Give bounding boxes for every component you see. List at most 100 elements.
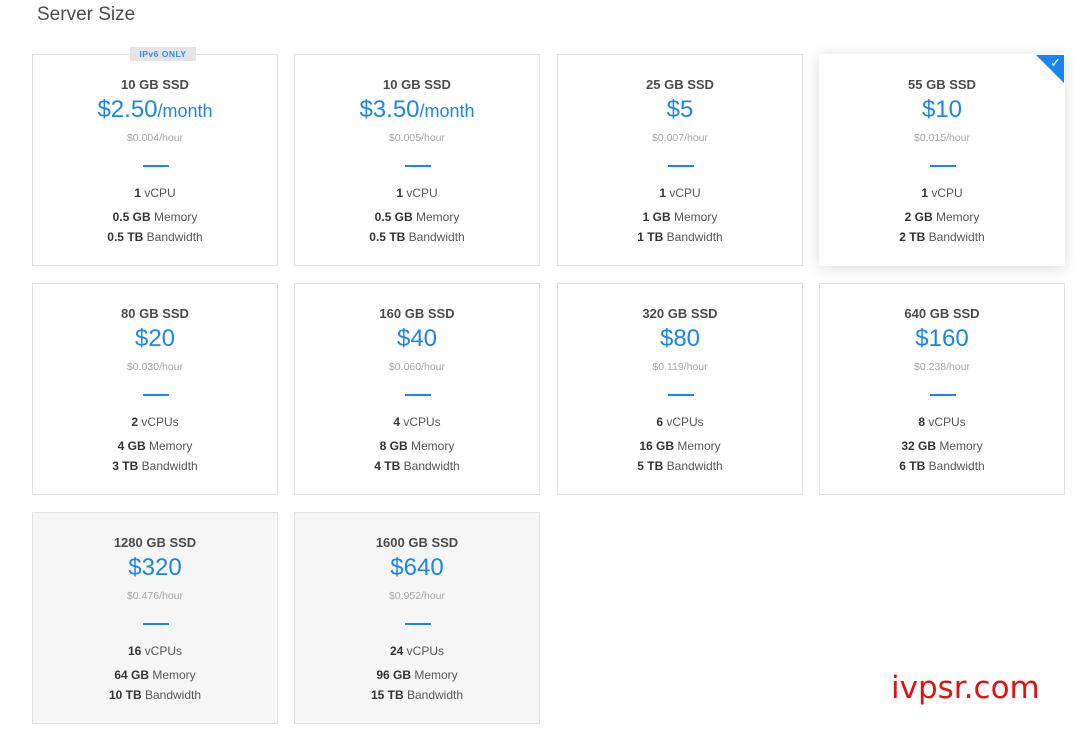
plan-storage: 80 GB SSD: [121, 306, 189, 321]
price-amount: $320: [128, 554, 182, 581]
bandwidth-label: Bandwidth: [144, 688, 202, 702]
price-amount: $640: [390, 554, 444, 581]
plan-cpu: 1 vCPU: [33, 186, 277, 200]
bandwidth-label: Bandwidth: [666, 459, 723, 473]
plan-card[interactable]: 1280 GB SSD $320 $0.476/hour 16 vCPUs 64 GB …: [32, 512, 278, 724]
plan-bandwidth: 15 TB Bandwidth: [295, 688, 539, 702]
plan-card[interactable]: 640 GB SSD $160 $0.238/hour 8 vCPUs 32 GB Me…: [819, 283, 1065, 495]
divider: [930, 394, 956, 396]
plan-memory: 64 GB Memory: [33, 668, 277, 682]
bandwidth-amount: 4 TB: [374, 459, 401, 473]
memory-label: Memory: [677, 439, 721, 453]
bandwidth-amount: 10 TB: [108, 688, 142, 702]
memory-label: Memory: [152, 668, 196, 682]
plan-card[interactable]: 80 GB SSD $20 $0.030/hour 2 vCPUs 4 GB Memor…: [32, 283, 278, 495]
plan-storage: 55 GB SSD: [908, 77, 976, 92]
divider: [668, 394, 694, 396]
plan-card[interactable]: 10 GB SSD $3.50/month $0.005/hour 1 vCPU 0.5…: [294, 54, 540, 266]
memory-label: Memory: [154, 210, 198, 224]
plan-cpu: 1 vCPU: [820, 186, 1064, 200]
memory-label: Memory: [411, 439, 455, 453]
price-amount: $5: [666, 96, 694, 123]
bandwidth-amount: 2 TB: [899, 230, 926, 244]
memory-amount: 0.5 GB: [112, 210, 151, 224]
memory-label: Memory: [414, 668, 458, 682]
bandwidth-amount: 6 TB: [899, 459, 926, 473]
bandwidth-amount: 0.5 TB: [369, 230, 406, 244]
cpu-count: 1: [134, 186, 141, 200]
plan-cpu: 1 vCPU: [295, 186, 539, 200]
divider: [143, 623, 169, 625]
cpu-label: vCPU: [144, 186, 176, 200]
plan-storage: 10 GB SSD: [383, 77, 451, 92]
plan-card[interactable]: ✓ 55 GB SSD $10 $0.015/hour 1 vCPU 2 GB Memor…: [819, 54, 1065, 266]
plan-hourly-price: $0.004/hour: [126, 132, 184, 144]
plan-price: $20: [33, 325, 277, 354]
cpu-label: vCPU: [669, 186, 701, 200]
plan-storage: 10 GB SSD: [121, 77, 189, 92]
plan-cpu: 8 vCPUs: [820, 415, 1064, 429]
memory-label: Memory: [149, 439, 193, 453]
memory-amount: 64 GB: [114, 668, 149, 682]
price-amount: $160: [915, 325, 969, 352]
bandwidth-label: Bandwidth: [141, 459, 198, 473]
plan-memory: 1 GB Memory: [558, 210, 802, 224]
plan-cpu: 2 vCPUs: [33, 415, 277, 429]
bandwidth-label: Bandwidth: [146, 230, 203, 244]
bandwidth-label: Bandwidth: [406, 688, 464, 702]
plan-memory: 4 GB Memory: [33, 439, 277, 453]
memory-amount: 8 GB: [379, 439, 408, 453]
plan-cpu: 16 vCPUs: [33, 644, 277, 658]
price-unit: /month: [419, 101, 475, 121]
plan-cpu: 24 vCPUs: [295, 644, 539, 658]
plan-hourly-price: $0.119/hour: [652, 361, 708, 373]
plan-price: $160: [820, 325, 1064, 354]
plan-bandwidth: 0.5 TB Bandwidth: [33, 230, 277, 244]
plan-memory: 32 GB Memory: [820, 439, 1064, 453]
plan-card[interactable]: 160 GB SSD $40 $0.060/hour 4 vCPUs 8 GB Memo…: [294, 283, 540, 495]
divider: [405, 165, 431, 167]
price-amount: $2.50: [97, 96, 158, 123]
plan-hourly-price: $0.952/hour: [388, 590, 446, 602]
price-amount: $80: [659, 325, 701, 352]
divider: [143, 165, 169, 167]
cpu-count: 1: [396, 186, 403, 200]
bandwidth-label: Bandwidth: [928, 459, 985, 473]
cpu-count: 8: [918, 415, 925, 429]
plan-card[interactable]: IPv6 ONLY 10 GB SSD $2.50/month $0.004/hour…: [32, 47, 278, 266]
memory-amount: 4 GB: [117, 439, 146, 453]
plan-hourly-price: $0.238/hour: [913, 361, 971, 373]
plan-price: $3.50/month: [295, 96, 539, 125]
plan-memory: 96 GB Memory: [295, 668, 539, 682]
plan-price: $40: [295, 325, 539, 354]
memory-amount: 96 GB: [376, 668, 411, 682]
divider: [405, 623, 431, 625]
price-amount: $20: [134, 325, 176, 352]
plan-price: $640: [295, 554, 539, 583]
cpu-label: vCPUs: [144, 644, 183, 658]
plan-hourly-price: $0.005/hour: [388, 132, 446, 144]
plan-card[interactable]: 25 GB SSD $5 $0.007/hour 1 vCPU 1 GB Memory 1…: [557, 54, 803, 266]
cpu-label: vCPUs: [666, 415, 704, 429]
plan-storage: 320 GB SSD: [642, 306, 718, 321]
ipv6-only-badge: IPv6 ONLY: [130, 47, 196, 61]
plan-memory: 8 GB Memory: [295, 439, 539, 453]
plan-bandwidth: 0.5 TB Bandwidth: [295, 230, 539, 244]
cpu-count: 24: [389, 644, 404, 658]
cpu-label: vCPUs: [928, 415, 966, 429]
plan-bandwidth: 1 TB Bandwidth: [558, 230, 802, 244]
plan-card[interactable]: 320 GB SSD $80 $0.119/hour 6 vCPUs 16 GB Mem…: [557, 283, 803, 495]
plan-storage: 160 GB SSD: [379, 306, 455, 321]
cpu-count: 1: [921, 186, 928, 200]
bandwidth-label: Bandwidth: [666, 230, 723, 244]
plan-card[interactable]: 1600 GB SSD $640 $0.952/hour 24 vCPUs 96 GB …: [294, 512, 540, 724]
memory-label: Memory: [674, 210, 718, 224]
price-amount: $3.50: [359, 96, 420, 123]
check-icon: ✓: [1050, 55, 1061, 70]
bandwidth-amount: 0.5 TB: [107, 230, 144, 244]
bandwidth-amount: 3 TB: [112, 459, 139, 473]
cpu-count: 4: [393, 415, 400, 429]
price-unit: /month: [157, 101, 213, 121]
plan-cpu: 1 vCPU: [558, 186, 802, 200]
cpu-label: vCPUs: [141, 415, 179, 429]
